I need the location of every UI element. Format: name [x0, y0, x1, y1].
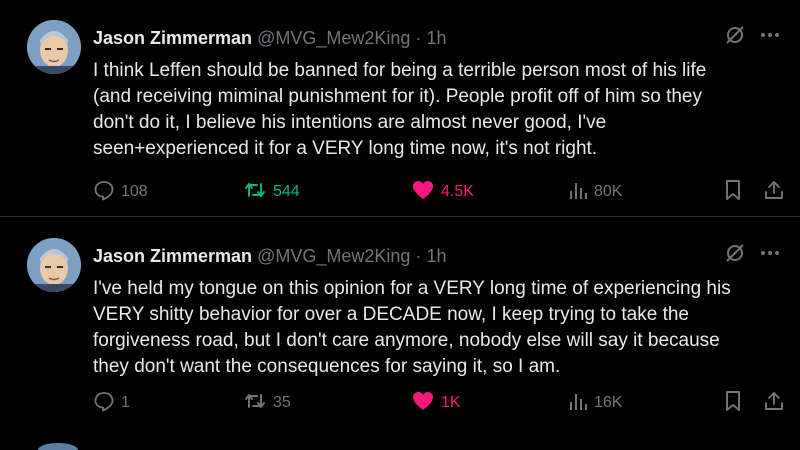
like-count: 4.5K: [441, 183, 474, 200]
avatar[interactable]: [27, 238, 81, 292]
tweet-text: I've held my tongue on this opinion for …: [93, 278, 731, 377]
reply-count: 1: [121, 394, 130, 411]
views-button[interactable]: 80K: [568, 178, 622, 206]
timestamp[interactable]: 1h: [426, 246, 446, 266]
more-dots-icon[interactable]: [760, 250, 780, 256]
grok-slash-icon[interactable]: [724, 24, 746, 46]
tweet-action-bar: 108 544 4.5K 80K: [93, 178, 793, 206]
reply-button[interactable]: 1: [93, 389, 130, 417]
tweet-action-bar: 1 35 1K 16K: [93, 389, 793, 417]
author-handle[interactable]: @MVG_Mew2King: [257, 246, 410, 266]
more-dots-icon[interactable]: [760, 32, 780, 38]
views-count: 80K: [594, 183, 623, 200]
next-tweet-avatar-partial[interactable]: [38, 443, 78, 450]
repost-count: 544: [273, 183, 300, 200]
reply-button[interactable]: 108: [93, 178, 148, 206]
speech-bubble-icon: [93, 179, 115, 206]
share-button[interactable]: [763, 389, 785, 417]
heart-icon: [411, 390, 435, 417]
separator-dot: ·: [415, 28, 422, 48]
bookmark-icon: [723, 179, 743, 206]
repost-count: 35: [273, 394, 291, 411]
heart-icon: [411, 179, 435, 206]
repost-arrows-icon: [243, 390, 267, 417]
tweet[interactable]: Jason Zimmerman @MVG_Mew2King · 1h I thi…: [0, 0, 800, 217]
author-name[interactable]: Jason Zimmerman: [93, 246, 252, 266]
bookmark-button[interactable]: [723, 389, 743, 417]
separator-dot: ·: [415, 246, 422, 266]
tweet-top-actions: [724, 242, 780, 264]
author-name[interactable]: Jason Zimmerman: [93, 28, 252, 48]
repost-arrows-icon: [243, 179, 267, 206]
share-button[interactable]: [763, 178, 785, 206]
like-button[interactable]: 4.5K: [411, 178, 474, 206]
author-handle[interactable]: @MVG_Mew2King: [257, 28, 410, 48]
share-upload-icon: [763, 390, 785, 417]
repost-button[interactable]: 544: [243, 178, 300, 206]
bar-chart-icon: [568, 179, 588, 206]
like-count: 1K: [441, 394, 461, 411]
tweet-top-actions: [724, 24, 780, 46]
bookmark-button[interactable]: [723, 178, 743, 206]
tweet-header: Jason Zimmerman @MVG_Mew2King · 1h: [93, 26, 446, 50]
repost-button[interactable]: 35: [243, 389, 291, 417]
reply-count: 108: [121, 183, 148, 200]
tweet-text: I think Leffen should be banned for bein…: [93, 60, 707, 159]
views-count: 16K: [594, 394, 623, 411]
tweet-header: Jason Zimmerman @MVG_Mew2King · 1h: [93, 244, 446, 268]
bookmark-icon: [723, 390, 743, 417]
like-button[interactable]: 1K: [411, 389, 461, 417]
timeline-feed: Jason Zimmerman @MVG_Mew2King · 1h I thi…: [0, 0, 800, 450]
speech-bubble-icon: [93, 390, 115, 417]
tweet[interactable]: Jason Zimmerman @MVG_Mew2King · 1h I've …: [0, 218, 800, 435]
avatar[interactable]: [27, 20, 81, 74]
bar-chart-icon: [568, 390, 588, 417]
grok-slash-icon[interactable]: [724, 242, 746, 264]
views-button[interactable]: 16K: [568, 389, 622, 417]
share-upload-icon: [763, 179, 785, 206]
timestamp[interactable]: 1h: [426, 28, 446, 48]
